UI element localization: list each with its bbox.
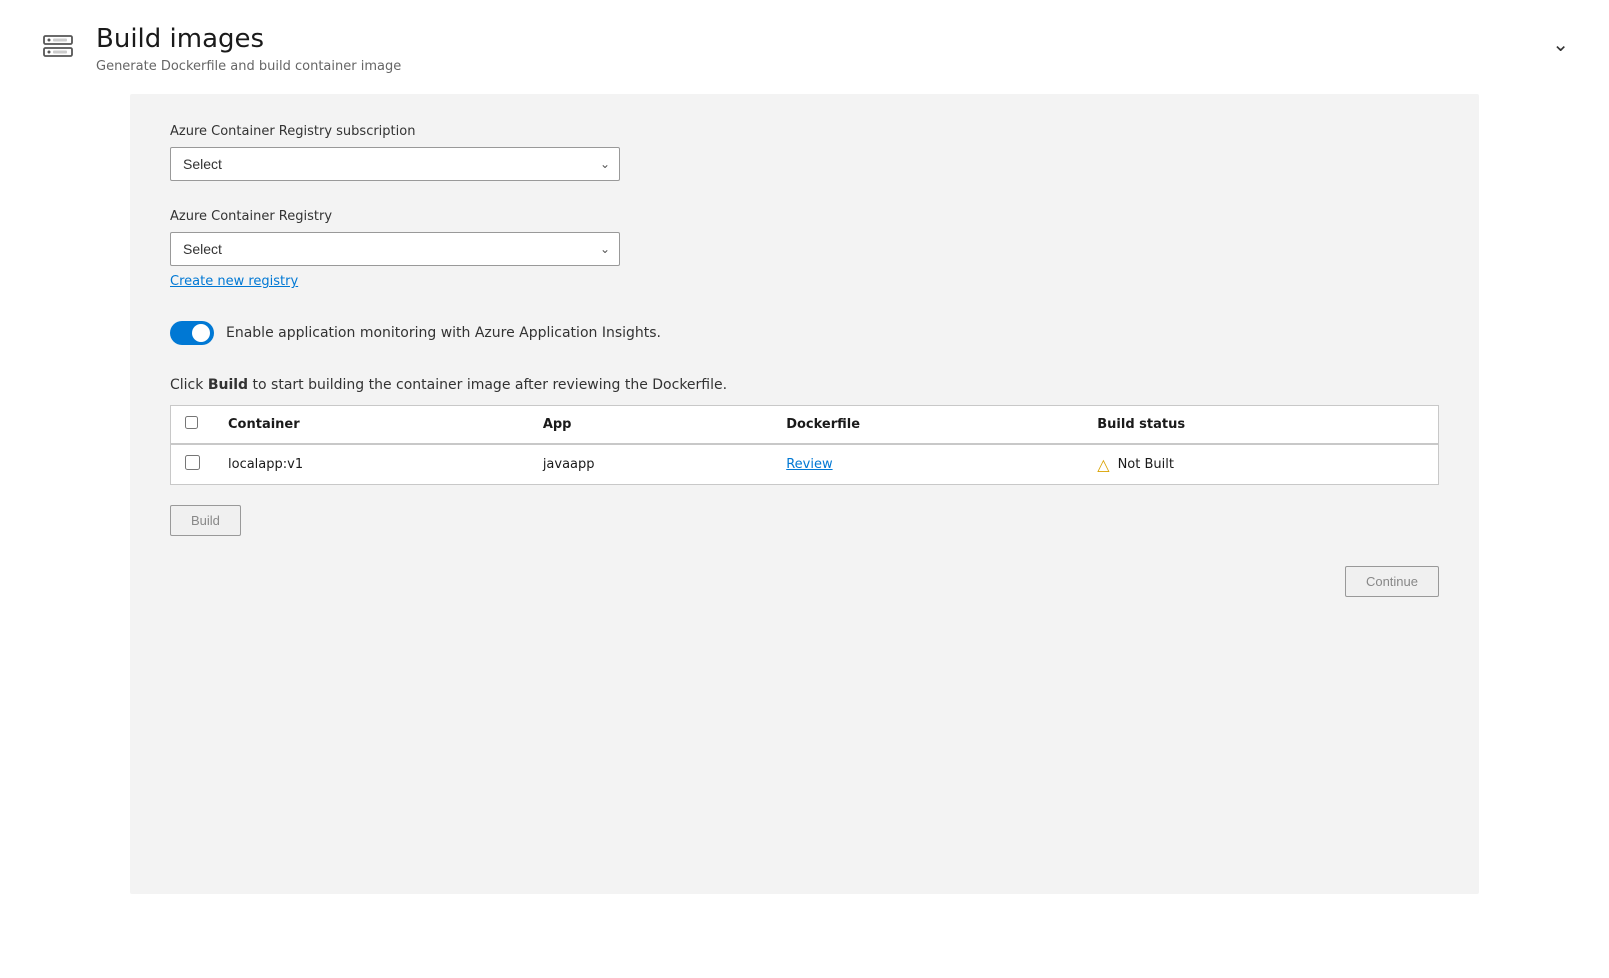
continue-button[interactable]: Continue — [1345, 566, 1439, 597]
row-dockerfile: Review — [772, 444, 1083, 485]
status-not-built: △ Not Built — [1097, 455, 1424, 474]
registry-label: Azure Container Registry — [170, 209, 1439, 224]
page-subtitle: Generate Dockerfile and build container … — [96, 59, 401, 74]
header-left: Build images Generate Dockerfile and bui… — [40, 24, 401, 74]
build-table: Container App Dockerfile Build status lo… — [170, 405, 1439, 485]
registry-section: Azure Container Registry Select ⌄ Create… — [170, 209, 1439, 289]
row-build-status: △ Not Built — [1083, 444, 1438, 485]
page-header: Build images Generate Dockerfile and bui… — [0, 0, 1609, 94]
create-registry-link[interactable]: Create new registry — [170, 274, 298, 289]
table-header-container: Container — [214, 406, 529, 445]
table-header-checkbox — [171, 406, 215, 445]
collapse-button[interactable]: ⌄ — [1552, 32, 1569, 56]
instruction-bold: Build — [208, 377, 248, 393]
registry-select-wrapper: Select ⌄ — [170, 232, 620, 266]
subscription-select[interactable]: Select — [170, 147, 620, 181]
toggle-section: Enable application monitoring with Azure… — [170, 321, 1439, 345]
toggle-thumb — [192, 324, 210, 342]
instruction-text: Click Build to start building the contai… — [170, 377, 1439, 393]
row-checkbox[interactable] — [185, 455, 200, 470]
table-header-build-status: Build status — [1083, 406, 1438, 445]
app-insights-toggle[interactable] — [170, 321, 214, 345]
subscription-select-wrapper: Select ⌄ — [170, 147, 620, 181]
status-text: Not Built — [1118, 457, 1174, 472]
subscription-label: Azure Container Registry subscription — [170, 124, 1439, 139]
page-title: Build images — [96, 24, 401, 55]
server-icon — [40, 28, 76, 68]
select-all-checkbox[interactable] — [185, 416, 198, 429]
table-row: localapp:v1 javaapp Review △ Not Built — [171, 444, 1439, 485]
subscription-section: Azure Container Registry subscription Se… — [170, 124, 1439, 181]
review-link[interactable]: Review — [786, 457, 832, 472]
action-row: Build — [170, 505, 1439, 536]
warning-icon: △ — [1097, 455, 1109, 474]
registry-select[interactable]: Select — [170, 232, 620, 266]
table-header-app: App — [529, 406, 772, 445]
table-header-row: Container App Dockerfile Build status — [171, 406, 1439, 445]
toggle-track — [170, 321, 214, 345]
build-button[interactable]: Build — [170, 505, 241, 536]
table-header-dockerfile: Dockerfile — [772, 406, 1083, 445]
instruction-prefix: Click — [170, 377, 208, 393]
instruction-suffix: to start building the container image af… — [248, 377, 727, 393]
main-panel: Azure Container Registry subscription Se… — [130, 94, 1479, 894]
footer-row: Continue — [170, 566, 1439, 597]
row-checkbox-cell — [171, 444, 215, 485]
row-container: localapp:v1 — [214, 444, 529, 485]
toggle-label: Enable application monitoring with Azure… — [226, 325, 661, 341]
row-app: javaapp — [529, 444, 772, 485]
header-text: Build images Generate Dockerfile and bui… — [96, 24, 401, 74]
